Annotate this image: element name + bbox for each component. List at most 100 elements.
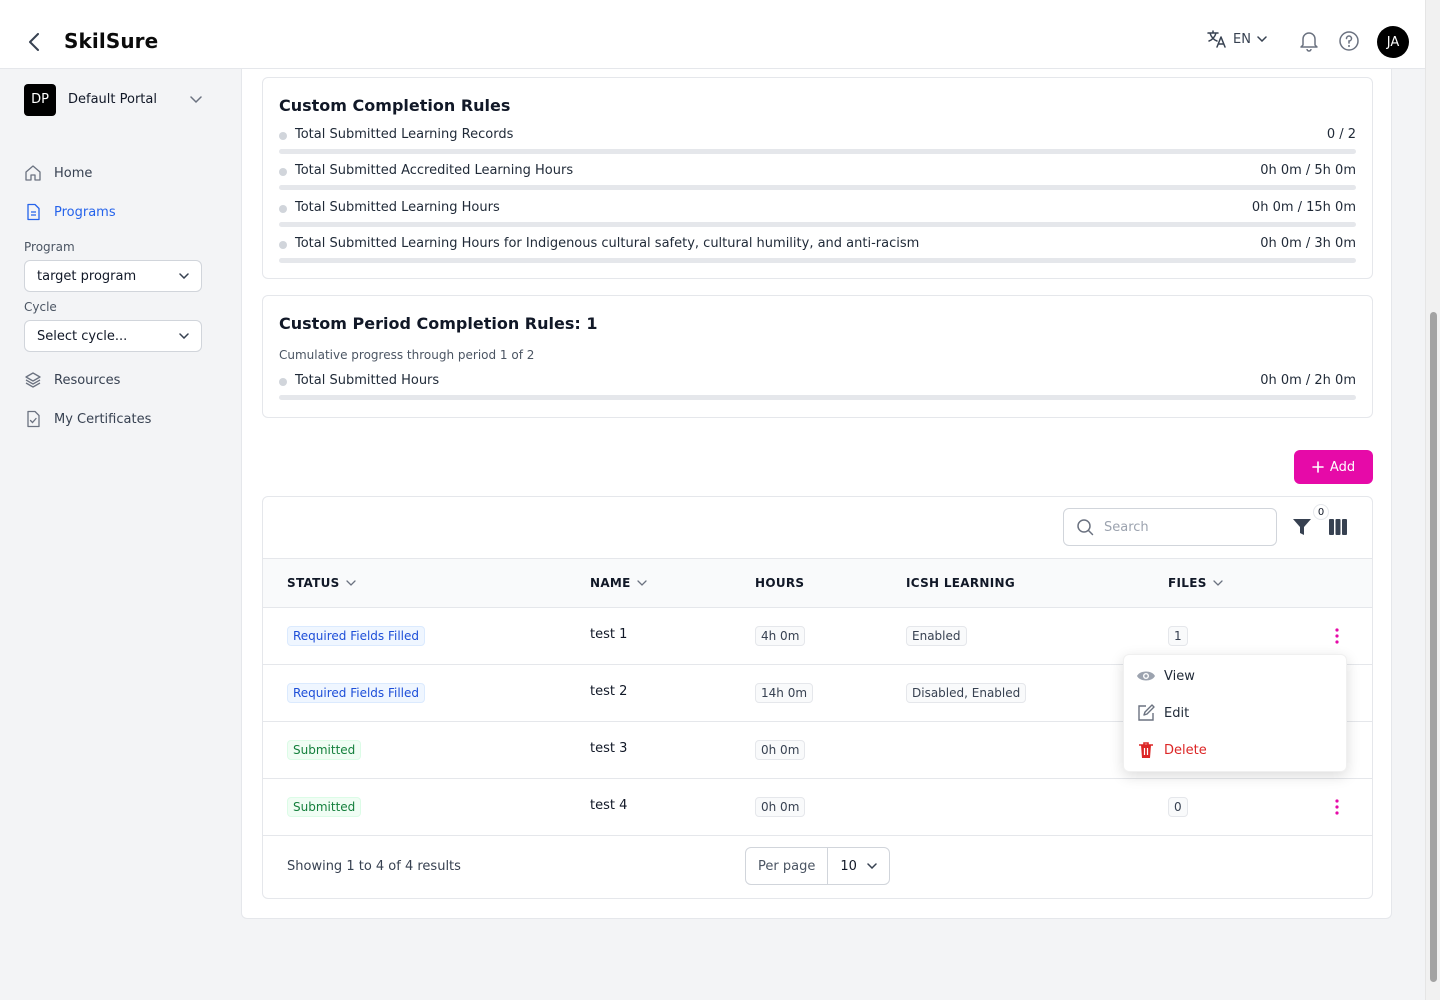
home-icon xyxy=(25,165,41,181)
status-badge: Submitted xyxy=(287,740,362,760)
sidebar-item-certificates[interactable]: My Certificates xyxy=(24,410,151,428)
name-cell: test 2 xyxy=(590,684,628,699)
row-actions-menu: View Edit Delete xyxy=(1123,654,1347,772)
language-selector[interactable]: EN xyxy=(1207,30,1267,48)
hours-badge: 4h 0m xyxy=(755,626,806,646)
cycle-select[interactable]: Select cycle... xyxy=(24,320,202,352)
column-label: ICSH LEARNING xyxy=(906,576,1016,590)
period-completion-rules-card: Custom Period Completion Rules: 1 Cumula… xyxy=(262,295,1373,418)
hours-badge: 0h 0m xyxy=(755,797,806,817)
sidebar: DP Default Portal Home Programs Program … xyxy=(0,69,225,1000)
table-row[interactable]: Submitted test 4 0h 0m 0 xyxy=(263,779,1372,836)
sidebar-item-programs[interactable]: Programs xyxy=(24,203,116,221)
rule-value: 0h 0m / 5h 0m xyxy=(1260,163,1356,178)
status-badge: Required Fields Filled xyxy=(287,626,426,646)
rule-dot xyxy=(279,132,287,140)
cycle-label: Cycle xyxy=(24,300,57,314)
per-page-select[interactable]: 10 xyxy=(828,859,889,874)
document-icon xyxy=(27,203,40,221)
portal-name: Default Portal xyxy=(68,92,157,107)
row-actions-button[interactable] xyxy=(1329,626,1345,646)
search-icon xyxy=(1077,519,1094,536)
program-label: Program xyxy=(24,240,75,254)
main-panel: Custom Completion Rules Total Submitted … xyxy=(241,69,1392,919)
rule-value: 0h 0m / 2h 0m xyxy=(1260,373,1356,388)
name-cell: test 1 xyxy=(590,627,628,642)
icsh-badge: Disabled, Enabled xyxy=(906,683,1027,703)
add-button-label: Add xyxy=(1329,459,1356,475)
files-count-badge: 0 xyxy=(1168,797,1188,817)
rule-label: Total Submitted Learning Hours for Indig… xyxy=(295,236,920,251)
search-input[interactable] xyxy=(1104,519,1254,535)
period-subtitle: Cumulative progress through period 1 of … xyxy=(279,348,535,362)
column-header-status[interactable]: STATUS xyxy=(287,576,356,590)
chevron-down-icon xyxy=(637,580,647,586)
edit-icon xyxy=(1138,704,1155,721)
columns-icon[interactable] xyxy=(1327,516,1349,538)
sidebar-item-resources[interactable]: Resources xyxy=(24,371,120,389)
eye-icon xyxy=(1137,671,1155,681)
column-label: HOURS xyxy=(755,576,805,590)
name-cell: test 3 xyxy=(590,741,628,756)
rule-dot xyxy=(279,168,287,176)
plus-icon xyxy=(1312,461,1324,473)
rule-label: Total Submitted Accredited Learning Hour… xyxy=(295,163,574,178)
hours-badge: 0h 0m xyxy=(755,740,806,760)
icsh-badge: Enabled xyxy=(906,626,967,646)
hours-badge: 14h 0m xyxy=(755,683,814,703)
search-box[interactable] xyxy=(1063,508,1277,546)
page-scrollbar[interactable] xyxy=(1425,0,1440,1000)
column-header-name[interactable]: NAME xyxy=(590,576,647,590)
filter-icon[interactable] xyxy=(1291,516,1313,538)
program-select[interactable]: target program xyxy=(24,260,202,292)
rule-label: Total Submitted Learning Hours xyxy=(295,200,500,215)
rule-dot xyxy=(279,378,287,386)
column-header-hours: HOURS xyxy=(755,576,804,590)
column-label: FILES xyxy=(1168,576,1207,590)
custom-completion-rules-card: Custom Completion Rules Total Submitted … xyxy=(262,77,1373,279)
files-count-badge: 1 xyxy=(1168,626,1188,646)
menu-item-delete[interactable]: Delete xyxy=(1136,741,1207,759)
chevron-down-icon xyxy=(179,333,189,339)
column-label: STATUS xyxy=(287,576,340,590)
menu-item-label: Delete xyxy=(1164,742,1207,758)
user-avatar[interactable]: JA xyxy=(1377,26,1409,58)
rule-label: Total Submitted Hours xyxy=(295,373,440,388)
help-icon[interactable] xyxy=(1338,30,1360,52)
per-page-value: 10 xyxy=(840,858,857,874)
progress-bar xyxy=(279,149,1356,154)
name-cell: test 4 xyxy=(590,798,628,813)
more-vertical-icon xyxy=(1335,628,1339,644)
row-actions-button[interactable] xyxy=(1329,797,1345,817)
sidebar-item-label: Home xyxy=(54,165,93,181)
pagination-summary: Showing 1 to 4 of 4 results xyxy=(287,859,461,874)
sidebar-item-home[interactable]: Home xyxy=(24,164,92,182)
language-label: EN xyxy=(1233,31,1251,47)
cycle-select-value: Select cycle... xyxy=(37,328,128,344)
back-button[interactable] xyxy=(22,28,46,56)
rule-dot xyxy=(279,241,287,249)
rule-value: 0 / 2 xyxy=(1326,127,1356,142)
certificate-icon xyxy=(27,410,40,428)
rule-dot xyxy=(279,205,287,213)
table-header: STATUS NAME HOURS ICSH LEARNING FILES xyxy=(263,558,1372,608)
chevron-down-icon xyxy=(179,273,189,279)
progress-bar xyxy=(279,395,1356,400)
bell-icon[interactable] xyxy=(1298,30,1320,52)
menu-item-view[interactable]: View xyxy=(1136,667,1195,685)
menu-item-edit[interactable]: Edit xyxy=(1136,704,1189,722)
chevron-left-icon xyxy=(29,33,39,51)
column-label: NAME xyxy=(590,576,631,590)
chevron-down-icon xyxy=(1213,580,1223,586)
add-button[interactable]: Add xyxy=(1294,450,1373,484)
portal-switcher[interactable]: DP Default Portal xyxy=(24,83,202,116)
per-page-label: Per page xyxy=(746,848,829,884)
top-bar: SkilSure EN JA xyxy=(0,0,1440,69)
scrollbar-thumb[interactable] xyxy=(1430,312,1437,982)
column-header-files[interactable]: FILES xyxy=(1168,576,1223,590)
sidebar-item-label: My Certificates xyxy=(54,411,152,427)
trash-icon xyxy=(1139,742,1153,758)
menu-item-label: View xyxy=(1164,668,1195,684)
chevron-down-icon xyxy=(867,863,877,869)
menu-item-label: Edit xyxy=(1164,705,1190,721)
